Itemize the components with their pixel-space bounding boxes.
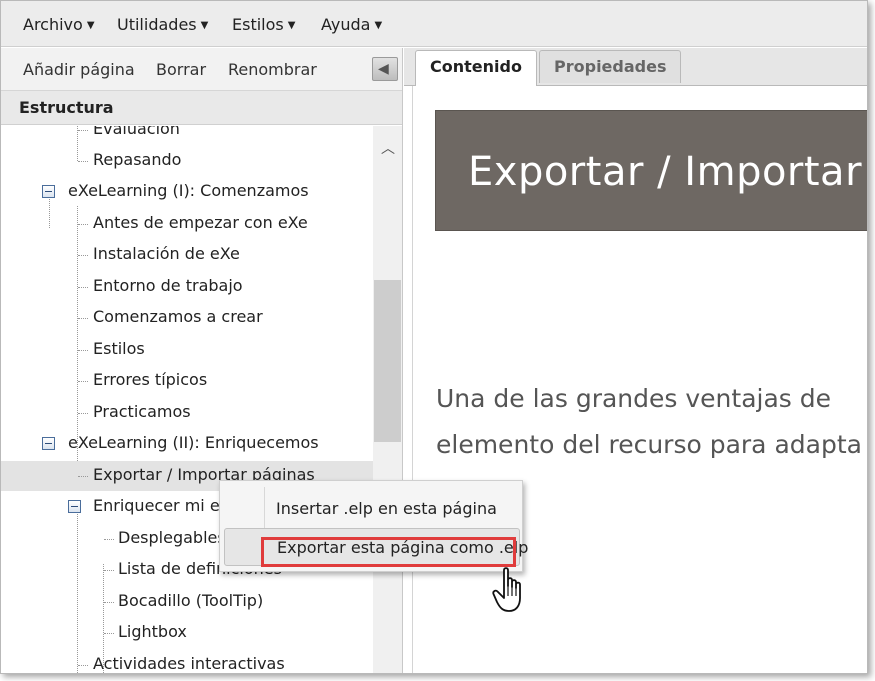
tree-item[interactable]: Actividades interactivas: [1, 650, 373, 673]
delete-button[interactable]: Borrar: [156, 60, 206, 79]
tree-item[interactable]: Entorno de trabajo: [1, 272, 373, 302]
tree-scrollbar[interactable]: ︿: [373, 126, 402, 673]
menu-ayuda-label: Ayuda: [321, 15, 371, 34]
add-page-button[interactable]: Añadir página: [23, 60, 135, 79]
paragraph-line: Una de las grandes ventajas de: [436, 384, 832, 413]
collapse-toggle-icon[interactable]: [42, 437, 55, 450]
menu-item-label: Insertar .elp en esta página: [276, 499, 497, 518]
tree-connector: [104, 570, 114, 571]
page-title: Exportar / Importar: [468, 149, 863, 195]
tree-item-label: Instalación de eXe: [93, 244, 240, 263]
tree-item[interactable]: Repasando: [1, 146, 373, 176]
menu-utilidades[interactable]: Utilidades ▼: [117, 15, 208, 34]
tree-connector: [104, 539, 114, 540]
chevron-up-icon[interactable]: ︿: [381, 138, 395, 158]
caret-down-icon: ▼: [200, 20, 209, 31]
left-pane: Añadir página Borrar Renombrar ◀ Estruct…: [1, 48, 403, 673]
tree-item-label: Bocadillo (ToolTip): [118, 591, 264, 610]
tree-item-label: Repasando: [93, 150, 182, 169]
paragraph-line: elemento del recurso para adapta: [436, 430, 862, 459]
tree-connector: [104, 633, 114, 634]
scrollbar-thumb[interactable]: [374, 280, 401, 442]
tree-item-label: Evaluación: [93, 126, 180, 138]
tree-connector: [78, 413, 88, 414]
tree-item-label: Antes de empezar con eXe: [93, 213, 308, 232]
right-pane: Contenido Propiedades Exportar / Importa…: [404, 48, 867, 673]
hand-cursor-icon: [492, 567, 521, 612]
tab-contenido[interactable]: Contenido: [415, 50, 537, 86]
collapse-toggle-icon[interactable]: [42, 185, 55, 198]
tree-item[interactable]: Comenzamos a crear: [1, 303, 373, 333]
app-window: Archivo ▼ Utilidades ▼ Estilos ▼ Ayuda ▼ Aña…: [0, 0, 868, 674]
menu-estilos-label: Estilos: [232, 15, 284, 34]
collapse-pane-button[interactable]: ◀: [372, 57, 398, 81]
content-area: Exportar / Importar Una de las grandes v…: [412, 86, 867, 673]
tree-connector: [78, 350, 88, 351]
caret-down-icon: ▼: [86, 20, 95, 31]
tree-connector: [78, 476, 88, 477]
tree-connector: [78, 161, 88, 162]
caret-down-icon: ▼: [374, 20, 383, 31]
tree-connector: [78, 665, 88, 666]
highlight-annotation: [261, 537, 516, 567]
tree-item[interactable]: Bocadillo (ToolTip): [1, 587, 373, 617]
tree-item-label: eXeLearning (I): Comenzamos: [68, 181, 309, 200]
page-title-banner: Exportar / Importar: [435, 110, 867, 231]
tree-item[interactable]: Lightbox: [1, 618, 373, 648]
arrow-left-icon: ◀: [378, 61, 389, 77]
menubar: Archivo ▼ Utilidades ▼ Estilos ▼ Ayuda ▼: [1, 1, 867, 47]
tree-item-label: Practicamos: [93, 402, 191, 421]
tree-connector: [104, 602, 114, 603]
structure-toolbar: Añadir página Borrar Renombrar ◀: [1, 48, 402, 91]
tree-connector: [78, 381, 88, 382]
tree-connector: [78, 224, 88, 225]
tree-item-label: Lightbox: [118, 622, 187, 641]
tab-propiedades[interactable]: Propiedades: [539, 50, 682, 83]
tree-item-label: Comenzamos a crear: [93, 307, 263, 326]
tree-item-label: Desplegables: [118, 528, 226, 547]
tree-item[interactable]: Errores típicos: [1, 366, 373, 396]
tree-item[interactable]: Evaluación: [1, 126, 373, 145]
tree-connector: [78, 287, 88, 288]
tree-item[interactable]: eXeLearning (II): Enriquecemos: [1, 429, 373, 459]
menu-utilidades-label: Utilidades: [117, 15, 197, 34]
tree-item[interactable]: Instalación de eXe: [1, 240, 373, 270]
menu-archivo[interactable]: Archivo ▼: [23, 15, 95, 34]
tree-connector: [78, 318, 88, 319]
menu-archivo-label: Archivo: [23, 15, 83, 34]
tree-item-label: Entorno de trabajo: [93, 276, 243, 295]
menu-ayuda[interactable]: Ayuda ▼: [321, 15, 382, 34]
tree-item-label: Actividades interactivas: [93, 654, 285, 673]
tree-item[interactable]: Practicamos: [1, 398, 373, 428]
structure-title: Estructura: [19, 98, 114, 117]
tree-item-label: Estilos: [93, 339, 145, 358]
tree-item-label: Errores típicos: [93, 370, 208, 389]
insert-elp-menu-item[interactable]: Insertar .elp en esta página: [224, 490, 520, 528]
structure-header: Estructura: [1, 91, 402, 125]
tree-connector: [78, 130, 88, 131]
tab-strip: Contenido Propiedades: [404, 48, 867, 86]
tree-item[interactable]: Estilos: [1, 335, 373, 365]
menu-estilos[interactable]: Estilos ▼: [232, 15, 295, 34]
caret-down-icon: ▼: [287, 20, 296, 31]
tree-item[interactable]: Antes de empezar con eXe: [1, 209, 373, 239]
tree-item-label: Enriquecer mi elp: [93, 496, 235, 515]
tree-item[interactable]: eXeLearning (I): Comenzamos: [1, 177, 373, 207]
rename-button[interactable]: Renombrar: [228, 60, 317, 79]
structure-tree: Evaluación Repasando eXeLearning (I): Co…: [1, 126, 402, 673]
collapse-toggle-icon[interactable]: [68, 500, 81, 513]
tree-connector: [78, 255, 88, 256]
tree-item-label: eXeLearning (II): Enriquecemos: [68, 433, 319, 452]
